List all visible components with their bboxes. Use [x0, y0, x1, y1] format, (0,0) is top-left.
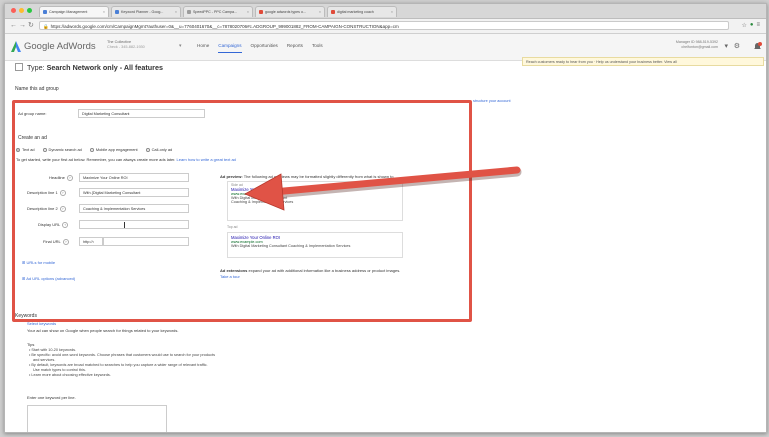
type-label: Type:	[27, 63, 45, 72]
tab-label: Campaign Management	[49, 9, 88, 14]
minimize-window-icon[interactable]	[19, 8, 24, 13]
tab-label: Keyword Planner - Goog...	[121, 9, 164, 14]
app-logo-text[interactable]: Google AdWords	[24, 41, 96, 52]
adwords-favicon-icon	[43, 10, 47, 14]
nav-tools[interactable]: Tools	[312, 43, 323, 53]
browser-tab[interactable]: google adwords types o... ×	[255, 6, 325, 17]
notice-text: Reach customers ready to hear from you ·…	[526, 60, 677, 64]
extension-icon[interactable]: ●	[750, 22, 754, 29]
tip-text: Be specific: avoid one-word keywords. Ch…	[31, 353, 215, 357]
tip-text: Start with 10-20 keywords.	[31, 348, 77, 352]
tip-text: Learn more about choosing effective keyw…	[31, 373, 111, 377]
browser-tab[interactable]: digital marketing coach ×	[327, 6, 397, 17]
tip-text: By default, keywords are broad matched t…	[31, 363, 208, 367]
select-keywords-label: Select keywords	[27, 321, 57, 326]
close-tab-icon[interactable]: ×	[391, 7, 393, 17]
manager-account[interactable]: Manager ID 988-519-5392 chelfonton@gmail…	[676, 40, 718, 50]
keyword-tips-list: • Start with 10-20 keywords. • Be specif…	[29, 348, 215, 378]
back-icon[interactable]: ←	[10, 22, 17, 30]
close-tab-icon[interactable]: ×	[175, 7, 177, 17]
menu-icon[interactable]: ≡	[756, 22, 760, 29]
browser-tab[interactable]: Campaign Management ×	[39, 6, 109, 17]
tab-bar: Campaign Management × Keyword Planner - G…	[5, 4, 766, 19]
keywords-heading: Keywords	[15, 313, 37, 319]
adwords-favicon-icon	[115, 10, 119, 14]
close-tab-icon[interactable]: ×	[247, 7, 249, 17]
tip-item: • Learn more about choosing effective ke…	[29, 373, 111, 377]
nav-campaigns[interactable]: Campaigns	[218, 43, 242, 53]
url-field[interactable]: 🔒 https://adwords.google.com/cm/CampaignM…	[39, 21, 729, 30]
browser-window: Campaign Management × Keyword Planner - G…	[4, 3, 767, 433]
structure-account-link[interactable]: structure your account	[473, 99, 511, 103]
campaign-type: Type: Search Network only - All features	[15, 63, 163, 72]
nav-home[interactable]: Home	[197, 43, 209, 53]
tab-label: digital marketing coach	[337, 9, 374, 14]
forward-icon[interactable]: →	[19, 22, 26, 30]
tab-label: SpeedPPC - PPC Campa...	[193, 9, 237, 14]
tip-text: and services.	[33, 358, 56, 362]
browser-tab[interactable]: Keyword Planner - Goog... ×	[111, 6, 181, 17]
top-nav: Home Campaigns Opportunities Reports Too…	[197, 43, 323, 53]
reload-icon[interactable]: ↻	[28, 22, 34, 30]
nav-reports[interactable]: Reports	[287, 43, 303, 53]
notification-bell-icon[interactable]	[753, 42, 762, 51]
enter-keyword-label: Enter one keyword per line.	[27, 395, 76, 400]
address-bar-row: ← → ↻ 🔒 https://adwords.google.com/cm/Cam…	[5, 19, 766, 34]
adwords-logo-icon	[11, 41, 21, 52]
tip-item: • Be specific: avoid one-word keywords. …	[29, 353, 215, 357]
chevron-down-icon[interactable]: ▾	[724, 42, 728, 50]
type-value: Search Network only - All features	[46, 63, 163, 72]
page-favicon-icon	[187, 10, 191, 14]
maximize-window-icon[interactable]	[27, 8, 32, 13]
close-tab-icon[interactable]: ×	[319, 7, 321, 17]
browser-tab[interactable]: SpeedPPC - PPC Campa... ×	[183, 6, 253, 17]
chevron-down-icon[interactable]: ▾	[179, 43, 182, 49]
google-favicon-icon	[331, 10, 335, 14]
account-id: Check - 345-882-1930	[107, 45, 145, 49]
manager-email: chelfonton@gmail.com	[681, 45, 718, 49]
tab-label: google adwords types o...	[265, 9, 306, 14]
lock-icon: 🔒	[43, 24, 49, 29]
name-ad-group-heading: Name this ad group	[15, 86, 59, 92]
keywords-textarea[interactable]	[27, 405, 167, 432]
tip-text: Use match types to control this.	[33, 368, 86, 372]
account-selector[interactable]: The Collective Check - 345-882-1930	[107, 40, 145, 50]
google-favicon-icon	[259, 10, 263, 14]
gear-icon[interactable]: ⚙	[734, 42, 740, 50]
notice-banner[interactable]: Reach customers ready to hear from you ·…	[522, 57, 764, 66]
window-controls	[11, 8, 32, 13]
tips-heading: Tips	[27, 342, 35, 347]
close-tab-icon[interactable]: ×	[103, 7, 105, 17]
bookmark-star-icon[interactable]: ☆	[741, 22, 746, 29]
url-text: https://adwords.google.com/cm/CampaignMg…	[50, 24, 399, 29]
close-window-icon[interactable]	[11, 8, 16, 13]
highlight-box	[12, 100, 472, 322]
campaign-type-icon	[15, 63, 23, 71]
nav-opportunities[interactable]: Opportunities	[251, 43, 278, 53]
keywords-description: Your ad can show on Google when people s…	[27, 328, 179, 333]
